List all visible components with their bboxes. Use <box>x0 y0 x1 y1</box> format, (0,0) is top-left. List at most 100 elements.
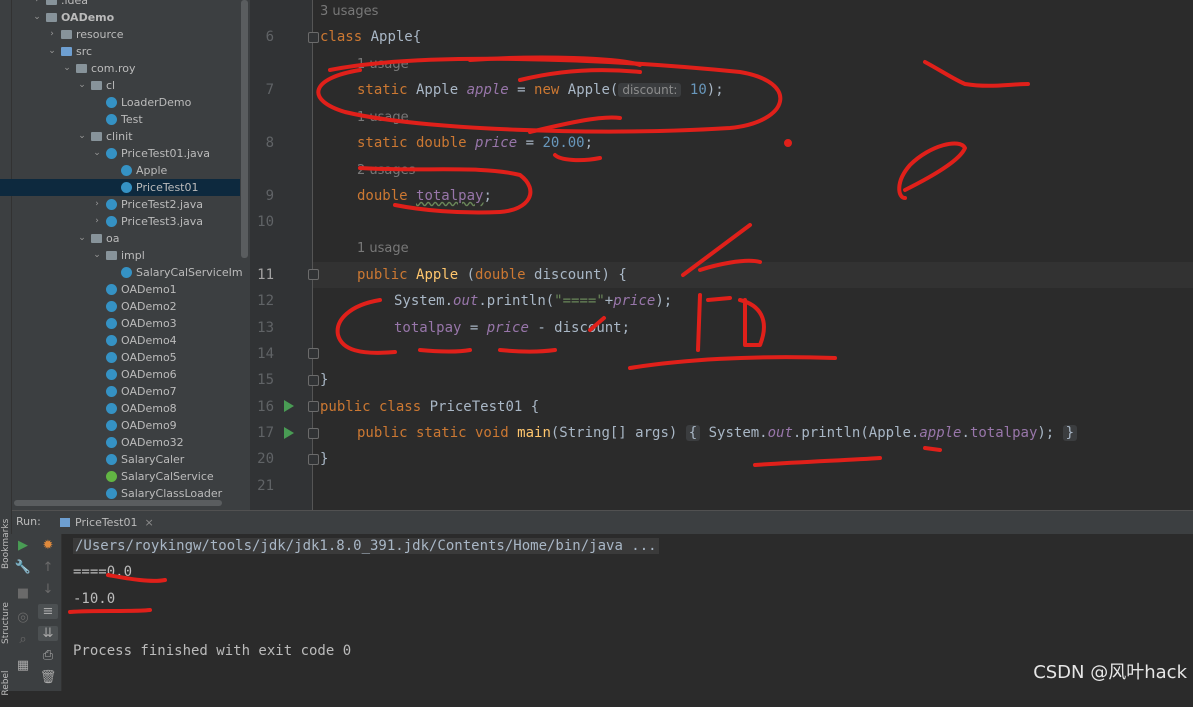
tree-item[interactable]: OADemo8 <box>0 400 240 417</box>
tree-item[interactable]: SalaryCalServiceIm <box>0 264 243 281</box>
run-gutter-icon[interactable] <box>284 400 294 412</box>
fold-marker[interactable] <box>308 375 319 386</box>
tree-item[interactable]: › PriceTest2.java <box>0 196 240 213</box>
chevron-down-icon[interactable]: ⌄ <box>77 230 87 247</box>
usages-hint[interactable]: 1 usage <box>357 110 409 125</box>
fold-marker[interactable] <box>308 401 319 412</box>
chevron-down-icon[interactable]: ⌄ <box>32 9 42 26</box>
package-icon <box>106 251 117 260</box>
arrow-up-icon[interactable]: ↑ <box>38 560 58 575</box>
trash-icon[interactable]: 🗑 <box>38 670 58 685</box>
usages-hint[interactable]: 3 usages <box>320 4 378 19</box>
tree-item[interactable]: Apple <box>0 162 240 179</box>
fold-marker[interactable] <box>308 348 319 359</box>
chevron-right-icon[interactable]: › <box>32 0 42 9</box>
tree-item[interactable]: ⌄ src <box>0 43 240 60</box>
watermark: CSDN @风叶hack <box>1033 662 1187 683</box>
tree-item[interactable]: SalaryCalService <box>0 468 240 485</box>
tree-item[interactable]: › PriceTest3.java <box>0 213 240 230</box>
run-toolbar-primary: ▶ 🔧 ■ ◎ ⌕ ▦ <box>11 534 35 691</box>
fold-marker[interactable] <box>308 428 319 439</box>
class-icon <box>106 148 117 159</box>
chevron-right-icon[interactable]: › <box>47 26 57 43</box>
class-icon <box>106 199 117 210</box>
folded-region[interactable]: { <box>685 425 701 441</box>
tree-item[interactable]: OADemo6 <box>0 366 240 383</box>
tree-item[interactable]: OADemo3 <box>0 315 240 332</box>
class-icon <box>106 318 117 329</box>
class-icon <box>106 488 117 499</box>
tree-item[interactable]: ⌄ cl <box>0 77 240 94</box>
chevron-right-icon[interactable]: › <box>92 213 102 230</box>
tree-horizontal-scrollbar[interactable] <box>14 500 222 506</box>
code-token: public class <box>320 399 422 415</box>
rebel-tool-label[interactable]: Rebel <box>1 659 11 707</box>
tree-item-label: OADemo9 <box>121 419 177 432</box>
code-token: .println( <box>478 293 555 309</box>
soft-wrap-icon[interactable]: ≡ <box>38 604 58 619</box>
folded-region[interactable]: } <box>1062 425 1078 441</box>
code-line-15: } <box>320 372 329 388</box>
tree-item[interactable]: LoaderDemo <box>0 94 240 111</box>
tree-item[interactable]: › .idea <box>0 0 240 9</box>
tree-item[interactable]: OADemo4 <box>0 332 240 349</box>
print-icon[interactable]: ⎙ <box>38 648 58 663</box>
tree-item[interactable]: › resource <box>0 26 240 43</box>
tree-item[interactable]: OADemo2 <box>0 298 240 315</box>
line-number: 21 <box>257 478 274 494</box>
code-token: public static void <box>357 425 509 441</box>
code-token: static <box>357 82 408 98</box>
run-gutter-icon[interactable] <box>284 427 294 439</box>
debug-icon[interactable]: ✹ <box>38 538 58 553</box>
arrow-down-icon[interactable]: ↓ <box>38 582 58 597</box>
tree-item[interactable]: ⌄ oa <box>0 230 240 247</box>
search-icon[interactable]: ⌕ <box>13 632 33 647</box>
tree-item[interactable]: ⌄ OADemo <box>0 9 240 26</box>
tree-item[interactable]: OADemo1 <box>0 281 240 298</box>
tree-item[interactable]: OADemo9 <box>0 417 240 434</box>
scroll-to-end-icon[interactable]: ⇊ <box>38 626 58 641</box>
usages-hint[interactable]: 1 usage <box>357 57 409 72</box>
tree-item[interactable]: Test <box>0 111 240 128</box>
tree-item[interactable]: ⌄ com.roy <box>0 60 240 77</box>
code-editor[interactable]: 6 7 8 9 10 11 12 13 14 15 16 17 20 21 3 usages 1 usag… <box>250 0 1193 510</box>
usages-hint[interactable]: 2 usages <box>357 163 415 178</box>
structure-tool-label[interactable]: Structure <box>1 599 11 647</box>
stop-icon[interactable]: ■ <box>13 586 33 601</box>
code-token: Apple <box>416 267 459 283</box>
tree-item[interactable]: ⌄ impl <box>0 247 240 264</box>
layout-icon[interactable]: ▦ <box>13 658 33 673</box>
chevron-right-icon[interactable]: › <box>92 196 102 213</box>
wrench-icon[interactable]: 🔧 <box>13 560 33 575</box>
run-console[interactable]: /Users/roykingw/tools/jdk/jdk1.8.0_391.j… <box>62 534 1193 691</box>
class-icon <box>106 420 117 431</box>
chevron-down-icon[interactable]: ⌄ <box>92 247 102 264</box>
fold-marker[interactable] <box>308 454 319 465</box>
code-token: PriceTest01 { <box>421 399 540 415</box>
tree-item[interactable]: OADemo5 <box>0 349 240 366</box>
chevron-down-icon[interactable]: ⌄ <box>77 128 87 145</box>
run-tab-pricetest01[interactable]: PriceTest01 × <box>54 513 160 532</box>
rerun-icon[interactable]: ▶ <box>13 538 33 553</box>
chevron-down-icon[interactable]: ⌄ <box>62 60 72 77</box>
chevron-down-icon[interactable]: ⌄ <box>92 145 102 162</box>
class-icon <box>106 437 117 448</box>
fold-marker[interactable] <box>308 269 319 280</box>
bookmarks-tool-label[interactable]: Bookmarks <box>1 519 11 569</box>
tree-item[interactable]: OADemo7 <box>0 383 240 400</box>
tree-vertical-scrollbar[interactable] <box>241 0 248 258</box>
tree-item[interactable]: SalaryCaler <box>0 451 240 468</box>
camera-icon[interactable]: ◎ <box>13 610 33 625</box>
usages-hint[interactable]: 1 usage <box>357 241 409 256</box>
close-icon[interactable]: × <box>145 516 154 529</box>
tree-item[interactable]: OADemo32 <box>0 434 240 451</box>
tree-item[interactable]: PriceTest01 <box>0 179 240 196</box>
code-token: .println(Apple. <box>792 425 920 441</box>
chevron-down-icon[interactable]: ⌄ <box>47 43 57 60</box>
tree-item[interactable]: ⌄ PriceTest01.java <box>0 145 240 162</box>
code-token: ); <box>706 82 724 98</box>
class-icon <box>106 335 117 346</box>
fold-marker[interactable] <box>308 32 319 43</box>
tree-item[interactable]: ⌄ clinit <box>0 128 240 145</box>
chevron-down-icon[interactable]: ⌄ <box>77 77 87 94</box>
